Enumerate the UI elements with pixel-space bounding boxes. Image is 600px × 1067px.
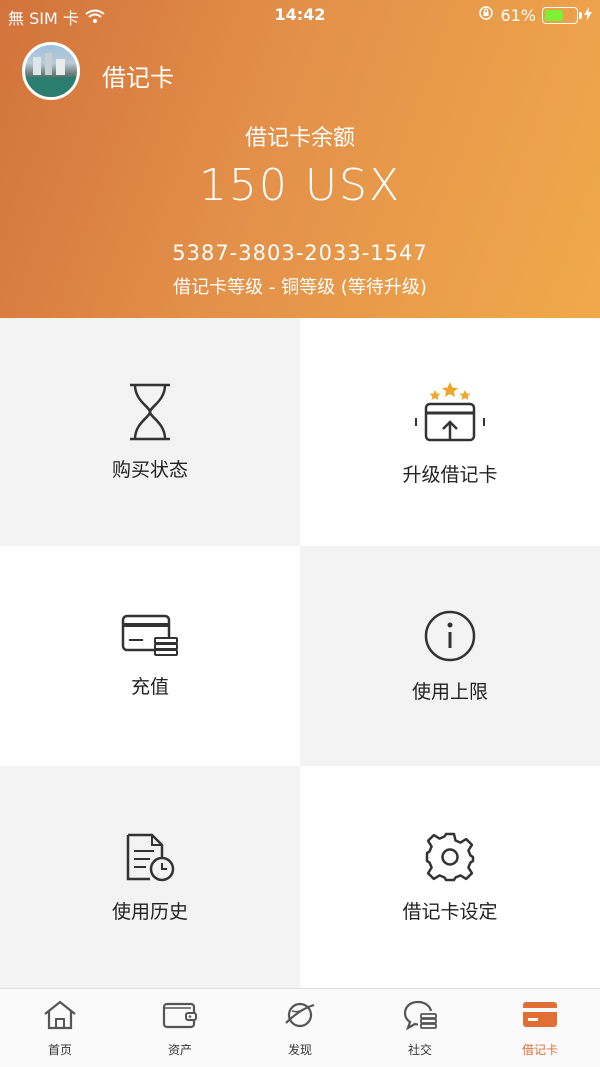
purchase-status-button[interactable]: 购买状态 [0,318,300,546]
chat-icon [402,999,438,1035]
usage-history-label: 使用历史 [111,900,188,923]
orientation-lock-icon [478,5,494,25]
header: 無 SIM 卡 14:42 61% 借记卡 借记卡余额 150 USX 5387… [0,0,600,318]
hourglass-icon [127,383,173,445]
history-document-icon [124,831,176,887]
gear-icon [424,831,476,887]
tab-social[interactable]: 社交 [360,989,480,1067]
balance-label: 借记卡余额 [244,126,355,151]
page-title: 借记卡 [102,64,174,92]
tab-debit-card-label: 借记卡 [521,1043,558,1057]
card-icon [521,999,559,1035]
card-number: 5387-3803-2033-1547 [172,241,428,265]
charging-icon [584,6,592,25]
tab-debit-card[interactable]: 借记卡 [480,989,600,1067]
tab-home[interactable]: 首页 [0,989,120,1067]
tab-discover[interactable]: 发现 [240,989,360,1067]
upgrade-card-icon [410,378,490,450]
usage-history-button[interactable]: 使用历史 [0,766,300,988]
usage-limit-button[interactable]: 使用上限 [300,546,600,766]
tab-assets[interactable]: 资产 [120,989,240,1067]
card-settings-label: 借记卡设定 [402,900,498,923]
upgrade-card-button[interactable]: 升级借记卡 [300,318,600,546]
avatar[interactable] [22,42,80,100]
purchase-status-label: 购买状态 [111,458,188,481]
card-settings-button[interactable]: 借记卡设定 [300,766,600,988]
recharge-button[interactable]: 充值 [0,546,300,766]
home-icon [42,999,78,1035]
upgrade-card-label: 升级借记卡 [402,463,498,486]
balance-value: 150 USX [198,160,402,211]
tab-discover-label: 发现 [287,1043,312,1057]
recharge-card-icon [121,614,179,662]
info-icon [423,609,477,667]
tab-home-label: 首页 [47,1043,72,1057]
tab-social-label: 社交 [407,1043,432,1057]
tab-bar: 首页 资产 发现 社交 借记卡 [0,988,600,1067]
tab-assets-label: 资产 [167,1043,192,1057]
card-level: 借记卡等级 - 铜等级 (等待升级) [173,277,427,298]
battery-icon [542,6,582,24]
wallet-icon [161,999,199,1035]
status-bar: 無 SIM 卡 14:42 61% [0,0,600,32]
recharge-label: 充值 [130,675,169,698]
battery-percent: 61% [500,5,536,25]
usage-limit-label: 使用上限 [411,680,488,703]
planet-icon [282,999,318,1035]
action-grid: 购买状态 升级借记卡 充值 使用上限 使用历史 借记卡设定 [0,318,600,988]
